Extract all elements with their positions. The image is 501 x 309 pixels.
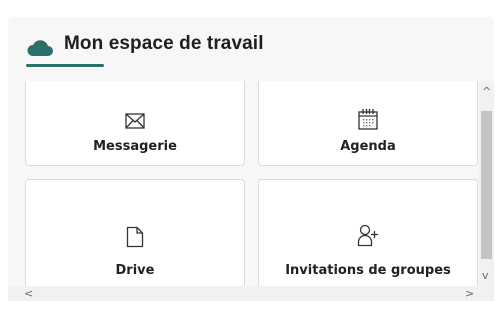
scroll-left-arrow[interactable]: < [24,288,33,299]
horizontal-scrollbar[interactable]: < > [8,286,494,301]
tiles-scroll-area[interactable]: Messagerie Agenda Drive Invitations de g… [8,81,494,286]
add-user-icon [357,224,378,247]
tile-invitations[interactable]: Invitations de groupes [258,179,478,286]
document-icon [126,226,144,248]
tile-drive[interactable]: Drive [25,179,245,286]
calendar-icon [358,109,378,130]
vertical-scrollbar[interactable]: ^ v [479,81,494,286]
tile-label: Messagerie [93,139,177,154]
vertical-scroll-thumb[interactable] [481,111,492,259]
tile-label: Drive [115,263,155,278]
widget-header: Mon espace de travail [8,17,494,77]
envelope-icon [125,113,145,129]
scroll-right-arrow[interactable]: > [465,288,474,299]
widget-title: Mon espace de travail [64,33,264,54]
scroll-up-arrow[interactable]: ^ [482,86,491,97]
tile-messagerie[interactable]: Messagerie [25,81,245,166]
tile-label: Invitations de groupes [285,263,451,278]
title-underline [26,64,104,67]
cloud-icon [27,40,53,56]
tile-agenda[interactable]: Agenda [258,81,478,166]
tile-label: Agenda [340,139,396,154]
workspace-widget: Mon espace de travail Messagerie Agenda … [8,17,494,301]
scroll-down-arrow[interactable]: v [482,270,489,281]
